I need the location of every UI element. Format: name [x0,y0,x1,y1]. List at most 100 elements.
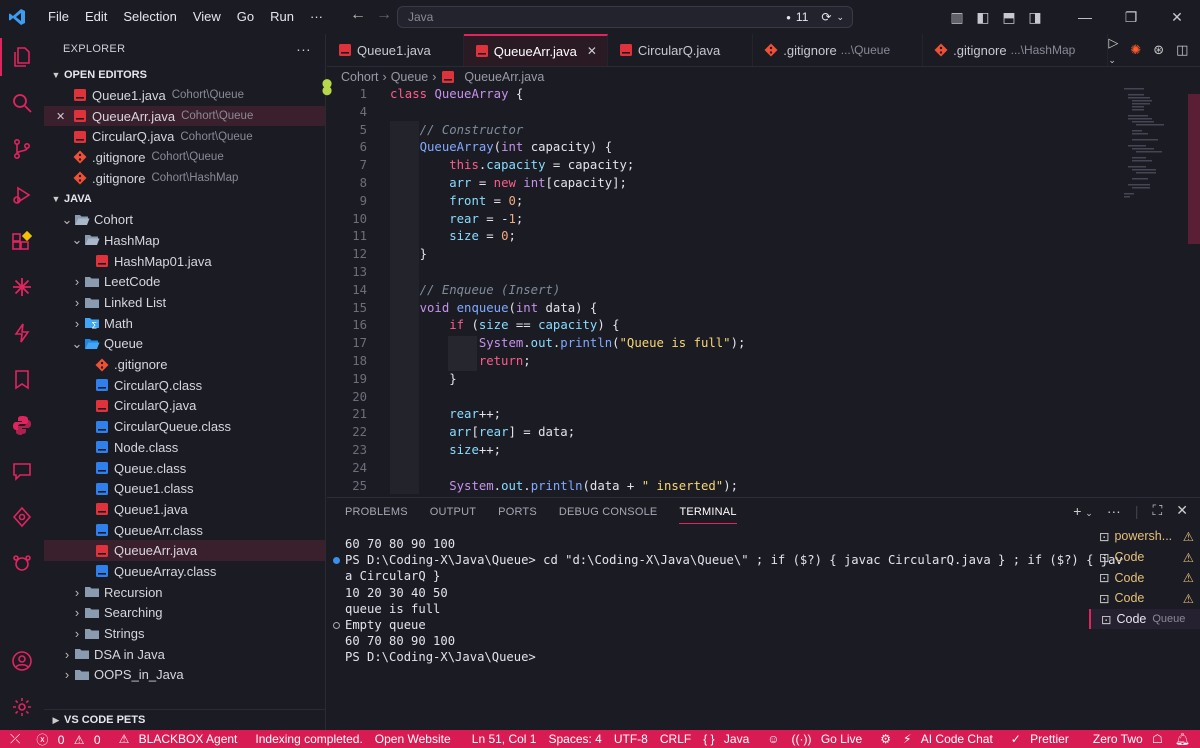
account-icon[interactable] [0,638,44,684]
panel-tab-output[interactable]: OUTPUT [430,506,476,524]
prettier-button[interactable]: ✓ Prettier [1005,732,1081,746]
tree-item-dsa-in-java[interactable]: › DSA in Java [44,644,325,665]
terminal-instance[interactable]: ⊡ Code Queue [1089,608,1200,630]
code-editor[interactable]: 1 class QueueArray {4 5 // Constructor 6 Qu… [327,86,1123,494]
toggle-sidebar-icon[interactable]: ◧ [970,9,996,26]
tab-queue1-java[interactable]: Queue1.java [327,34,464,66]
settings-gear-icon[interactable] [0,684,44,730]
terminal-instance[interactable]: ⊡ Code ⚠ [1089,588,1200,609]
source-control-icon[interactable] [0,126,44,172]
restore-icon[interactable]: ❐ [1108,9,1154,26]
problems-indicator[interactable]: ⓧ 0 ⚠ 0 [30,731,112,748]
menu-item-1[interactable]: Edit [77,0,115,34]
tree-item-strings[interactable]: › Strings [44,623,325,644]
tab--gitignore[interactable]: .gitignore ...\HashMap [923,34,1109,66]
notifications-bell-icon[interactable]: 🔔︎ [1169,732,1200,746]
copilot-spark-icon[interactable] [0,264,44,310]
python-icon[interactable] [0,402,44,448]
menu-item-5[interactable]: Run [262,0,302,34]
extensions-icon[interactable] [0,218,44,264]
tree-item-queuearr-java[interactable]: QueueArr.java [44,540,325,562]
run-icon[interactable]: ▷ ⌄ [1108,35,1118,66]
tree-item-queuearray-class[interactable]: QueueArray.class [44,561,325,582]
toggle-panel-icon[interactable]: ⬒ [996,9,1022,26]
panel-tab-ports[interactable]: PORTS [498,506,537,524]
terminal-instance[interactable]: ⊡ Code ⚠ [1089,547,1200,568]
terminal-instance[interactable]: ⊡ Code ⚠ [1089,567,1200,588]
command-center-search[interactable]: Java ● 11 ⟳ ⌄ [397,6,853,28]
copilot-status-icon[interactable]: ☺ [761,732,785,746]
ai-code-chat-button[interactable]: ⚡ AI Code Chat [897,732,1005,746]
language-mode[interactable]: { } Java [697,732,761,746]
run-debug-icon[interactable] [0,172,44,218]
menu-item-2[interactable]: Selection [115,0,184,34]
close-panel-icon[interactable]: ✕ [1176,502,1188,519]
bookmark-icon[interactable] [0,356,44,402]
chevron-down-icon[interactable]: ⌄ [836,12,844,23]
tree-item-hashmap01-java[interactable]: HashMap01.java [44,251,325,272]
eol-setting[interactable]: CRLF [654,732,697,746]
tree-item-node-class[interactable]: Node.class [44,437,325,458]
split-editor-icon[interactable]: ◫ [1176,42,1188,58]
extension-status-icon[interactable]: ⚙ [874,732,897,746]
more-actions-icon[interactable]: ··· [1107,503,1121,519]
tree-item-queue1-class[interactable]: Queue1.class [44,478,325,499]
minimize-icon[interactable]: — [1062,9,1108,26]
gitlens-icon[interactable] [0,494,44,540]
spark-icon[interactable]: ✺ [1130,42,1141,58]
tree-item--gitignore[interactable]: .gitignore [44,354,325,375]
close-window-icon[interactable]: ✕ [1154,9,1200,26]
tree-item-math[interactable]: › ∑ Math [44,313,325,334]
tree-item-cohort[interactable]: ⌄ Cohort [44,209,325,230]
tree-item-searching[interactable]: › Searching [44,603,325,624]
tree-item-queuearr-class[interactable]: QueueArr.class [44,520,325,541]
terminal-output[interactable]: 60 70 80 90 100 PS D:\Coding-X\Java\Queue… [333,536,1123,666]
open-editor-item[interactable]: .gitignore Cohort\Queue [44,147,325,168]
new-terminal-icon[interactable]: + ⌄ [1073,503,1093,519]
theme-indicator[interactable]: Zero Two ☖ [1081,732,1169,746]
terminal-instance[interactable]: ⊡ powersh... ⚠ [1089,526,1200,547]
workspace-header[interactable]: ▼ JAVA [44,188,325,209]
breadcrumb-item[interactable]: QueueArr.java [464,70,544,84]
command-decoration-icon[interactable] [333,557,340,565]
tab-circularq-java[interactable]: CircularQ.java [608,34,754,66]
open-editor-item[interactable]: CircularQ.java Cohort\Queue [44,126,325,147]
open-editor-item[interactable]: Queue1.java Cohort\Queue [44,85,325,106]
tree-item-circularq-java[interactable]: CircularQ.java [44,396,325,417]
minimap[interactable] [1120,86,1180,206]
editor-scrollbar[interactable] [1188,94,1200,244]
lightning-icon[interactable] [0,310,44,356]
tree-item-linked-list[interactable]: › Linked List [44,292,325,313]
pets-icon[interactable] [0,540,44,586]
remote-icon[interactable]: ⤫ [0,731,30,747]
command-decoration-icon[interactable] [333,621,340,629]
open-website-link[interactable]: Open Website [369,732,457,746]
tree-item-queue1-java[interactable]: Queue1.java [44,499,325,520]
panel-tab-debug-console[interactable]: DEBUG CONSOLE [559,506,658,524]
tab--gitignore[interactable]: .gitignore ...\Queue [753,34,924,66]
open-editors-header[interactable]: ▼ OPEN EDITORS [44,64,325,85]
menu-item-6[interactable]: ··· [302,0,331,34]
pets-header[interactable]: ▶ VS CODE PETS [44,709,325,730]
breadcrumb-item[interactable]: Cohort [341,70,379,84]
toggle-secondary-sidebar-icon[interactable]: ◨ [1022,9,1048,26]
breadcrumb-item[interactable]: Queue [391,70,429,84]
close-icon[interactable]: ✕ [587,44,597,58]
search-icon[interactable] [0,80,44,126]
forward-arrow-icon[interactable]: → [376,6,392,24]
more-actions-icon[interactable]: ··· [296,41,311,57]
blackbox-agent[interactable]: ⚠ BLACKBOX Agent [113,732,250,746]
tree-item-recursion[interactable]: › Recursion [44,582,325,603]
openai-icon[interactable]: ⊛ [1153,42,1164,58]
tree-item-queue[interactable]: ⌄ Queue [44,334,325,355]
tab-queuearr-java[interactable]: QueueArr.java ✕ [463,34,608,66]
back-arrow-icon[interactable]: ← [350,6,366,24]
indentation-setting[interactable]: Spaces: 4 [542,732,607,746]
explorer-icon[interactable] [0,34,44,80]
cursor-position[interactable]: Ln 51, Col 1 [466,732,543,746]
open-editor-item[interactable]: ✕ QueueArr.java Cohort\Queue [44,105,325,127]
copilot-icon[interactable]: ⟳ [821,10,831,24]
tree-item-leetcode[interactable]: › LeetCode [44,272,325,293]
menu-item-0[interactable]: File [40,0,77,34]
panel-tab-problems[interactable]: PROBLEMS [345,506,408,524]
